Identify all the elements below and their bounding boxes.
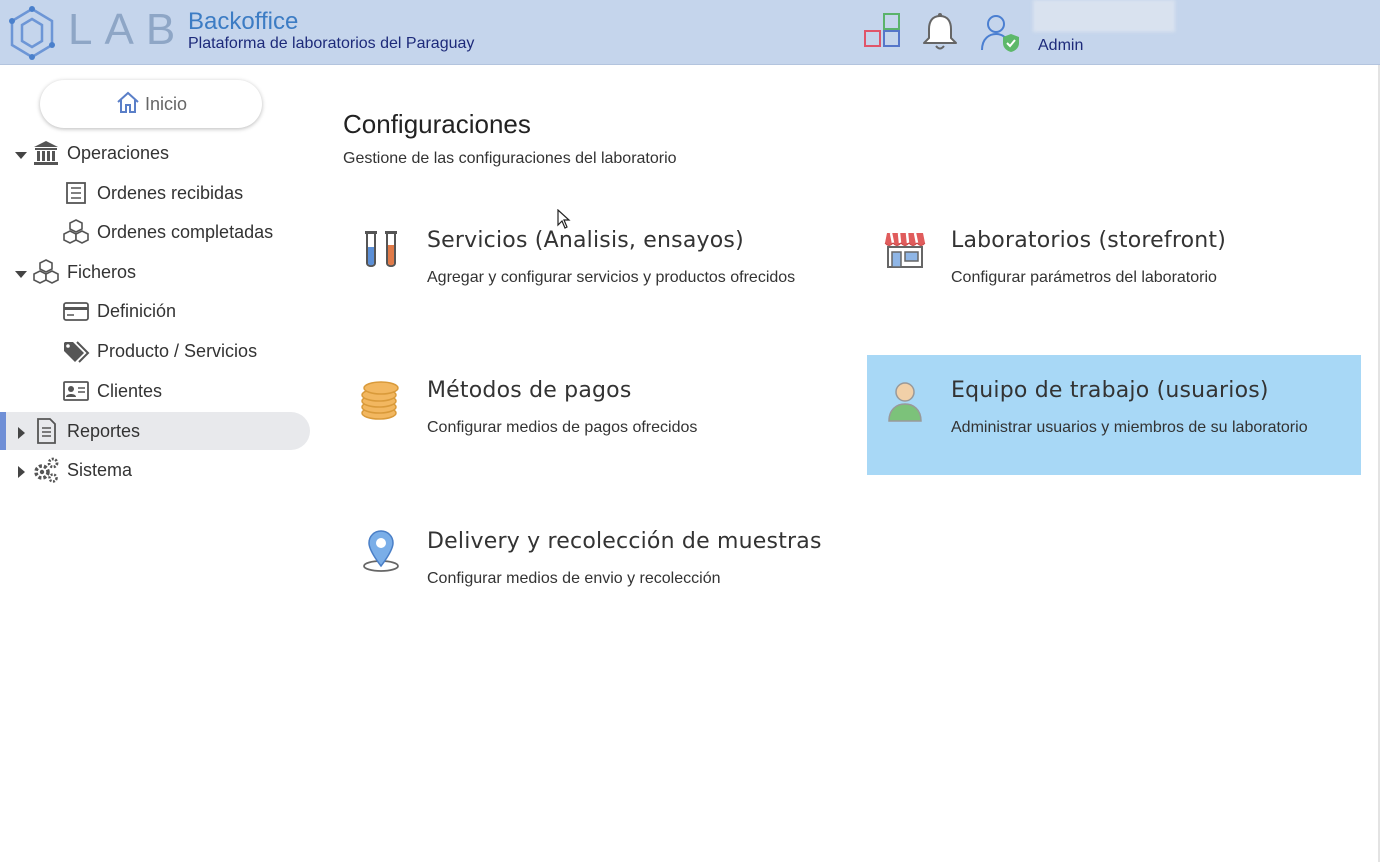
sidebar-item-producto-servicios[interactable]: Producto / Servicios — [0, 332, 300, 370]
sidebar-item-label: Producto / Servicios — [97, 340, 258, 361]
sidebar-item-sistema[interactable]: Sistema — [0, 451, 300, 489]
storefront-icon — [881, 225, 929, 273]
sidebar-item-label: Ficheros — [67, 261, 137, 282]
card-metodos-pagos[interactable]: Métodos de pagos Configurar medios de pa… — [343, 355, 837, 475]
card-description: Configurar medios de pagos ofrecidos — [427, 419, 698, 436]
card-title: Delivery y recolección de muestras — [427, 529, 822, 554]
checklist-icon — [62, 179, 90, 207]
boxes-icon — [62, 218, 90, 246]
apps-grid-icon[interactable] — [860, 10, 904, 54]
sidebar-item-definicion[interactable]: Definición — [0, 292, 300, 330]
sidebar-item-label: Ordenes recibidas — [97, 182, 244, 203]
logo-hexagon-icon — [4, 5, 60, 61]
sidebar-item-operaciones[interactable]: Operaciones — [0, 134, 300, 172]
location-pin-icon — [357, 526, 405, 574]
brand-subtitle: Plataforma de laboratorios del Paraguay — [188, 35, 475, 52]
sidebar-item-label: Reportes — [67, 420, 141, 441]
app-header: LAB Backoffice Plataforma de laboratorio… — [0, 0, 1380, 65]
user-shield-icon[interactable] — [978, 10, 1022, 54]
home-button[interactable]: Inicio — [40, 80, 262, 128]
sidebar-item-reportes[interactable]: Reportes — [0, 412, 310, 450]
card-title: Laboratorios (storefront) — [951, 228, 1226, 253]
logo-text: LAB — [68, 5, 188, 54]
home-label: Inicio — [144, 93, 188, 114]
sidebar-item-label: Sistema — [67, 459, 133, 480]
caret-down-icon — [14, 146, 28, 160]
sidebar-item-ordenes-completadas[interactable]: Ordenes completadas — [0, 213, 300, 251]
card-laboratorios[interactable]: Laboratorios (storefront) Configurar par… — [867, 205, 1361, 325]
sidebar-item-ficheros[interactable]: Ficheros — [0, 253, 300, 291]
sidebar-item-label: Ordenes completadas — [97, 221, 274, 242]
bell-icon[interactable] — [918, 10, 962, 54]
card-title: Servicios (Analisis, ensayos) — [427, 228, 744, 253]
test-tubes-icon — [357, 225, 405, 273]
mouse-cursor-icon — [557, 208, 571, 231]
page-subtitle: Gestione de las configuraciones del labo… — [343, 150, 677, 167]
card-delivery[interactable]: Delivery y recolección de muestras Confi… — [343, 506, 837, 626]
bank-icon — [32, 139, 60, 167]
brand-title: Backoffice — [188, 8, 299, 35]
sidebar-item-ordenes-recibidas[interactable]: Ordenes recibidas — [0, 174, 300, 212]
caret-right-icon — [14, 424, 28, 439]
card-description: Agregar y configurar servicios y product… — [427, 269, 796, 286]
card-description: Configurar parámetros del laboratorio — [951, 269, 1217, 286]
document-icon — [32, 417, 60, 445]
sidebar-item-label: Clientes — [97, 380, 163, 401]
boxes-icon — [32, 258, 60, 286]
user-name-redacted — [1033, 0, 1175, 32]
card-servicios[interactable]: Servicios (Analisis, ensayos) Agregar y … — [343, 205, 837, 325]
card-description: Configurar medios de envio y recolección — [427, 570, 721, 587]
sidebar-item-label: Definición — [97, 300, 177, 321]
sidebar-item-clientes[interactable]: Clientes — [0, 372, 300, 410]
page-title: Configuraciones — [343, 109, 531, 139]
card-description: Administrar usuarios y miembros de su la… — [951, 419, 1308, 436]
user-role: Admin — [1038, 37, 1084, 54]
sidebar-item-label: Operaciones — [67, 142, 170, 163]
card-equipo-trabajo[interactable]: Equipo de trabajo (usuarios) Administrar… — [867, 355, 1361, 475]
coins-icon — [357, 375, 405, 423]
tags-icon — [62, 337, 90, 365]
card-icon — [62, 297, 90, 325]
card-title: Métodos de pagos — [427, 378, 632, 403]
user-icon — [881, 375, 929, 423]
caret-right-icon — [14, 463, 28, 478]
gears-icon — [32, 456, 60, 484]
caret-down-icon — [14, 265, 28, 279]
card-title: Equipo de trabajo (usuarios) — [951, 378, 1269, 403]
id-card-icon — [62, 377, 90, 405]
home-icon — [115, 89, 141, 120]
